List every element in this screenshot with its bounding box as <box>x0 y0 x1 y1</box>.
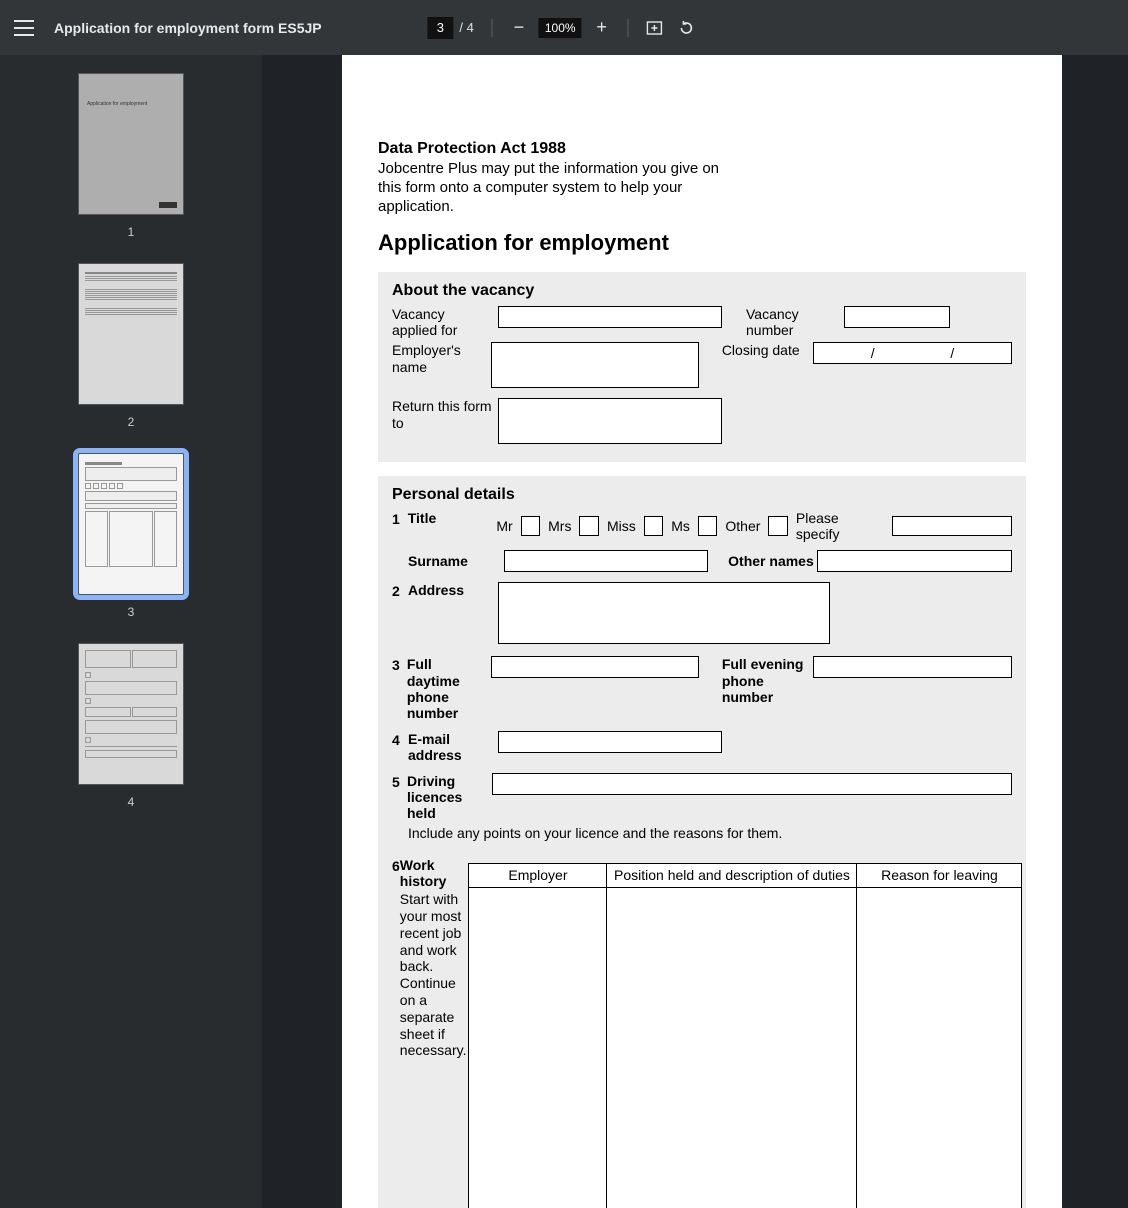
section-heading: About the vacancy <box>392 282 1012 300</box>
thumbnail-label: 4 <box>128 795 135 809</box>
dpa-heading: Data Protection Act 1988 <box>378 140 1026 158</box>
pdf-viewer[interactable]: Data Protection Act 1988 Jobcentre Plus … <box>262 55 1128 1208</box>
divider <box>492 19 493 37</box>
zoom-level: 100% <box>539 18 582 38</box>
col-position: Position held and description of duties <box>607 864 856 888</box>
label-address: Address <box>408 582 498 598</box>
input-employer-name[interactable] <box>491 342 699 388</box>
thumbnail-page-1[interactable]: Application for employment <box>78 73 184 215</box>
input-licences[interactable] <box>492 773 1012 795</box>
input-day-phone[interactable] <box>491 656 699 678</box>
pdf-toolbar: Application for employment form ES5JP / … <box>0 0 1128 55</box>
input-return-to[interactable] <box>498 398 722 444</box>
label-title: Title <box>408 510 497 526</box>
thumbnail-page-2[interactable] <box>78 263 184 405</box>
label-eve-phone: Full evening phone number <box>720 656 813 704</box>
label-licences: Driving licences held <box>407 773 492 821</box>
checkbox-miss[interactable] <box>644 516 663 536</box>
thumbnail-label: 3 <box>128 605 135 619</box>
label-other: Other <box>725 518 760 534</box>
thumbnail-label: 2 <box>128 415 135 429</box>
input-address[interactable] <box>498 582 830 644</box>
label-vacancy-applied: Vacancy applied for <box>392 306 498 338</box>
checkbox-ms[interactable] <box>698 516 717 536</box>
licences-note: Include any points on your licence and t… <box>408 825 1012 841</box>
qnum: 5 <box>392 773 407 790</box>
checkbox-mrs[interactable] <box>579 516 598 536</box>
pdf-page: Data Protection Act 1988 Jobcentre Plus … <box>342 55 1062 1208</box>
app-heading: Application for employment <box>378 230 1026 256</box>
input-eve-phone[interactable] <box>813 656 1012 678</box>
label-vacancy-number: Vacancy number <box>744 306 844 338</box>
label-mr: Mr <box>496 518 512 534</box>
page-total: / 4 <box>459 20 473 35</box>
label-specify: Please specify <box>796 510 884 542</box>
label-surname: Surname <box>408 553 504 569</box>
input-other-names[interactable] <box>817 550 1012 572</box>
rotate-icon[interactable] <box>673 14 701 42</box>
input-specify[interactable] <box>892 516 1012 536</box>
qnum: 2 <box>392 582 408 599</box>
qnum: 6 <box>392 857 400 874</box>
thumbnail-page-3[interactable] <box>78 453 184 595</box>
thumbnail-label: 1 <box>128 225 135 239</box>
label-return-to: Return this form to <box>392 398 498 430</box>
label-other-names: Other names <box>708 553 817 569</box>
fit-page-icon[interactable] <box>641 14 669 42</box>
thumbnail-page-4[interactable] <box>78 643 184 785</box>
input-email[interactable] <box>498 731 722 753</box>
input-vacancy-number[interactable] <box>844 306 950 328</box>
checkbox-other[interactable] <box>768 516 787 536</box>
dpa-body: Jobcentre Plus may put the information y… <box>378 160 738 216</box>
label-closing-date: Closing date <box>720 342 813 358</box>
toolbar-center: / 4 − 100% + <box>427 14 700 42</box>
input-vacancy-applied[interactable] <box>498 306 722 328</box>
document-title: Application for employment form ES5JP <box>54 20 322 36</box>
qnum: 3 <box>392 656 407 673</box>
zoom-out-button[interactable]: − <box>505 14 533 42</box>
col-employer: Employer <box>469 864 606 888</box>
label-employer-name: Employer's name <box>392 342 491 374</box>
work-history-note: Start with your most recent job and work… <box>400 891 467 1059</box>
col-reason: Reason for leaving <box>857 864 1021 888</box>
label-day-phone: Full daytime phone number <box>407 656 491 720</box>
section-personal: Personal details 1 Title Mr Mrs Miss Ms <box>378 476 1026 1208</box>
thumbnail-sidebar: Application for employment 1 <box>0 55 262 1208</box>
section-heading: Personal details <box>392 486 1012 504</box>
label-work-history: Work history <box>400 857 467 889</box>
qnum: 1 <box>392 510 408 527</box>
section-vacancy: About the vacancy Vacancy applied for Va… <box>378 272 1026 462</box>
label-email: E-mail address <box>408 731 498 763</box>
qnum: 4 <box>392 731 408 748</box>
input-surname[interactable] <box>504 550 708 572</box>
label-ms: Ms <box>671 518 690 534</box>
page-number-input[interactable] <box>427 17 453 39</box>
zoom-in-button[interactable]: + <box>588 14 616 42</box>
work-history-table[interactable]: Employer Position held and description o… <box>468 863 1022 1208</box>
label-mrs: Mrs <box>548 518 571 534</box>
divider <box>628 19 629 37</box>
menu-icon[interactable] <box>12 16 36 40</box>
input-closing-date[interactable]: // <box>813 342 1012 364</box>
checkbox-mr[interactable] <box>521 516 540 536</box>
label-miss: Miss <box>607 518 636 534</box>
